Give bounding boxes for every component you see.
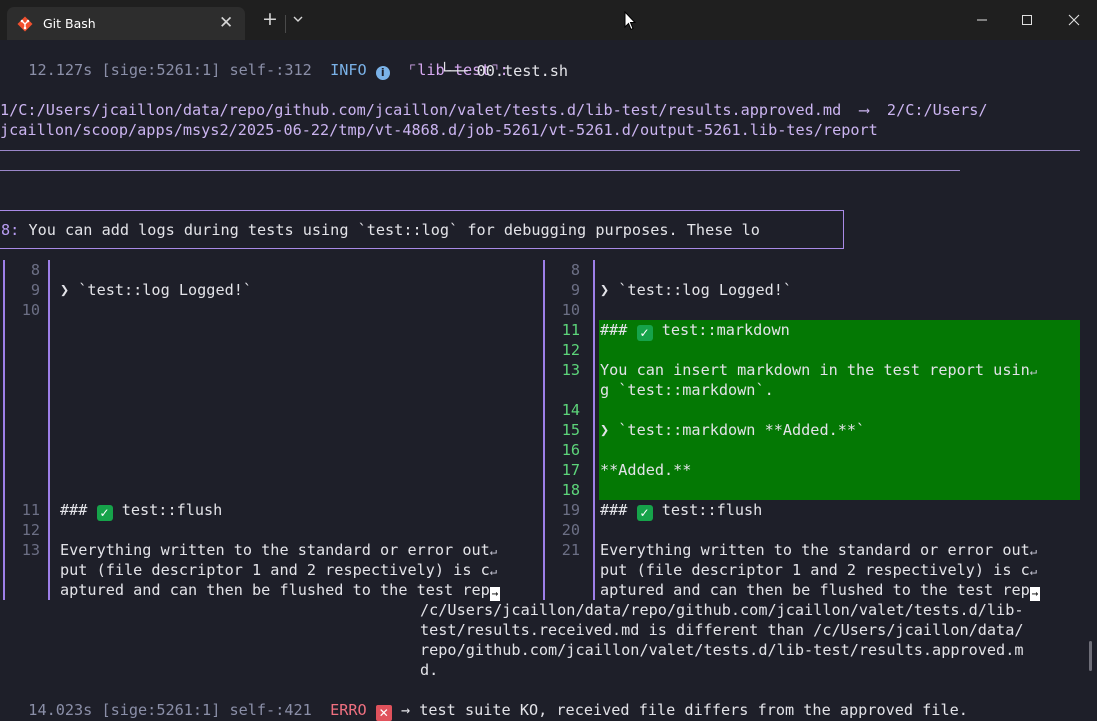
log-level: INFO (330, 61, 367, 79)
log-line-error: 14.023s [sige:5261:1] self-:421 ERRO ✕ →… (10, 680, 968, 721)
file-tree-line: └── 00.test.sh (440, 62, 569, 80)
diff-header-line-2: jcaillon/scoop/apps/msys2/2025-06-22/tmp… (0, 121, 878, 139)
line-number: 16 (561, 441, 580, 459)
close-tab-icon[interactable]: ✕ (219, 13, 233, 33)
line-number: 10 (21, 301, 40, 319)
new-tab-button[interactable]: + (262, 10, 278, 29)
tab-title: Git Bash (43, 16, 96, 31)
line-number: 8 (30, 261, 40, 279)
line-number: 13 (561, 361, 580, 379)
error-icon: ✕ (375, 705, 392, 721)
truncate-arrow-icon: → (1029, 587, 1040, 601)
line-number: 8 (570, 261, 580, 279)
diff-line: ### ✓ test::flush (600, 501, 763, 521)
diff-line-wrap: put (file descriptor 1 and 2 respectivel… (600, 561, 1037, 579)
diff-line-added: ❯ `test::markdown **Added.**` (600, 421, 866, 439)
diff-header-line: 1/C:/Users/jcaillon/data/repo/github.com… (0, 101, 988, 119)
divider (0, 170, 960, 171)
close-window-icon[interactable] (1062, 8, 1086, 32)
diff-line-added: You can insert markdown in the test repo… (600, 361, 1037, 379)
log-source: [sige:5261:1] self-:312 (101, 61, 312, 79)
diff-line-wrap: put (file descriptor 1 and 2 respectivel… (60, 561, 497, 579)
log-message: → test suite KO, received file differs f… (400, 701, 968, 719)
line-number: 9 (30, 281, 40, 299)
log-level: ERRO (330, 701, 367, 719)
log-time: 14.023s (28, 701, 93, 719)
diff-line: Everything written to the standard or er… (600, 541, 1037, 559)
diff-line-wrap: aptured and can then be flushed to the t… (600, 581, 1040, 601)
line-number: 20 (561, 521, 580, 539)
diff-line: ❯ `test::log Logged!` (600, 281, 793, 299)
log-time: 12.127s (28, 61, 93, 79)
info-icon: i (375, 66, 390, 80)
title-bar: Git Bash ✕ + (0, 0, 1097, 40)
line-number: 13 (21, 541, 40, 559)
line-number: 21 (561, 541, 580, 559)
line-number: 17 (561, 461, 580, 479)
log-line-info: 12.127s [sige:5261:1] self-:312 INFO i ⌜… (10, 40, 509, 80)
scrollbar-thumb[interactable] (1089, 641, 1092, 671)
error-message-line: d. (420, 661, 439, 679)
hunk-text: You can add logs during tests using `tes… (19, 221, 760, 239)
error-message-line: repo/github.com/jcaillon/valet/tests.d/l… (420, 641, 1024, 659)
line-number: 14 (561, 401, 580, 419)
diff-line-wrap: aptured and can then be flushed to the t… (60, 581, 500, 601)
diff-line-added: ### ✓ test::markdown (600, 321, 790, 341)
truncate-arrow-icon: → (489, 587, 500, 601)
line-number: 15 (561, 421, 580, 439)
diff-line: ### ✓ test::flush (60, 501, 223, 521)
mouse-cursor-icon (624, 11, 636, 31)
check-icon: ✓ (636, 325, 653, 341)
diff-line: Everything written to the standard or er… (60, 541, 497, 559)
terminal-tab[interactable]: Git Bash ✕ (7, 7, 245, 40)
line-number: 12 (561, 341, 580, 359)
left-gutter-border (48, 260, 50, 600)
minimize-icon[interactable] (970, 8, 994, 32)
chevron-down-icon[interactable] (292, 14, 304, 24)
error-message-line: /c/Users/jcaillon/data/repo/github.com/j… (420, 601, 1024, 619)
line-number: 12 (21, 521, 40, 539)
line-number: 11 (561, 321, 580, 339)
error-message-line: test/results.received.md is different th… (420, 621, 1024, 639)
line-number: 10 (561, 301, 580, 319)
hunk-header-box: 8: You can add logs during tests using `… (0, 210, 844, 249)
diff-line-added-wrap: g `test::markdown`. (600, 381, 774, 399)
diff-line-added: **Added.** (600, 461, 692, 479)
line-number: 11 (21, 501, 40, 519)
line-number: 18 (561, 481, 580, 499)
right-gutter-border (593, 260, 595, 600)
check-icon: ✓ (636, 505, 653, 521)
tab-divider (285, 15, 286, 33)
check-icon: ✓ (96, 505, 113, 521)
diff-line: ❯ `test::log Logged!` (60, 281, 253, 299)
line-number: 19 (561, 501, 580, 519)
git-bash-icon (17, 16, 33, 32)
maximize-icon[interactable] (1015, 8, 1039, 32)
hunk-number: 8: (1, 221, 20, 239)
log-source: [sige:5261:1] self-:421 (101, 701, 312, 719)
line-number: 9 (570, 281, 580, 299)
divider (0, 150, 1080, 151)
